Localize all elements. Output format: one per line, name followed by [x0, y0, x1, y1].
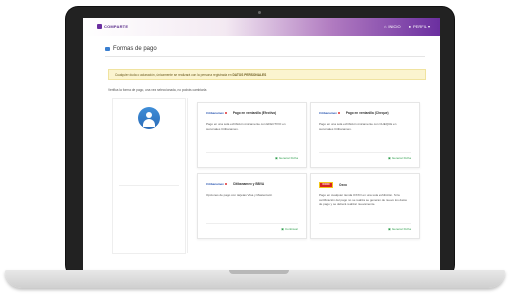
nav-item-label: INICIO [388, 24, 401, 29]
home-icon: ⌂ [383, 23, 387, 29]
card-title: Oxxo [339, 183, 347, 187]
nav-links: ⌂ INICIO ● PERFIL ▾ [384, 24, 430, 29]
info-alert: Cualquier duda o aclaración, únicamente … [108, 69, 426, 80]
citibanamex-logo: Citibanamex [206, 111, 227, 115]
generate-ticket-button[interactable]: ▣ Generar Ficha [388, 156, 411, 160]
generate-ticket-button[interactable]: ▣ Generar Ficha [388, 227, 411, 231]
card-title: Pago en ventanilla (Efectivo) [232, 111, 277, 115]
avatar-body [143, 119, 155, 127]
page-title: Formas de pago [113, 46, 157, 52]
laptop-base [5, 270, 505, 288]
ticket-icon: ▣ [274, 156, 278, 160]
laptop-notch [229, 270, 289, 274]
card-title: Pago en ventanilla (Cheque) [345, 111, 389, 115]
camera-dot [258, 11, 261, 14]
logo-text: COMPARTE [104, 24, 129, 29]
wallet-icon [105, 47, 110, 51]
arrow-icon: ▣ [281, 227, 284, 231]
ticket-icon: ▣ [387, 156, 391, 160]
alert-bold-text: DATOS PERSONALES [232, 73, 267, 77]
alert-text: Cualquier duda o aclaración, únicamente … [115, 73, 233, 77]
profile-divider [119, 185, 179, 186]
card-title: Citibanamex y BBVA [232, 182, 265, 186]
logo-mark-icon [97, 24, 102, 29]
nav-item-label: PERFIL ▾ [413, 24, 430, 29]
citibanamex-logo: Citibanamex [206, 182, 227, 186]
action-label: Generar Ficha [391, 156, 411, 160]
action-label: Generar Ficha [391, 227, 411, 231]
screen: COMPARTE ⌂ INICIO ● PERFIL ▾ Formas de p… [83, 18, 440, 270]
user-icon: ● [408, 23, 412, 29]
card-header: Citibanamex Citibanamex y BBVA [206, 182, 264, 186]
profile-card [112, 98, 186, 254]
card-description: Pago en una sola exhibición únicamente c… [206, 122, 286, 131]
card-header: Citibanamex Pago en ventanilla (Cheque) [319, 111, 389, 115]
action-label: Generar Ficha [278, 156, 298, 160]
card-divider [206, 223, 298, 224]
card-description: Pago en cualquier tienda OXXO en una sol… [319, 193, 407, 206]
card-header: OXXO Oxxo [319, 182, 347, 188]
generate-ticket-button[interactable]: ▣ Generar Ficha [275, 156, 298, 160]
top-navbar: COMPARTE ⌂ INICIO ● PERFIL ▾ [83, 18, 440, 36]
app-logo[interactable]: COMPARTE [97, 24, 128, 29]
payment-card-card: Citibanamex Citibanamex y BBVA Opciones … [197, 173, 307, 239]
action-label: Continuar [284, 227, 298, 231]
card-divider [206, 152, 298, 153]
payment-card-oxxo: OXXO Oxxo Pago en cualquier tienda OXXO … [310, 173, 420, 239]
avatar [138, 107, 160, 129]
nav-item-perfil[interactable]: ● PERFIL ▾ [409, 24, 430, 29]
oxxo-logo: OXXO [319, 182, 333, 188]
card-header: Citibanamex Pago en ventanilla (Efectivo… [206, 111, 276, 115]
card-description: Pago en una sola exhibición únicamente c… [319, 122, 397, 131]
nav-item-inicio[interactable]: ⌂ INICIO [384, 24, 401, 29]
selection-hint: Verifica la forma de pago, una vez selec… [108, 88, 207, 92]
card-divider [319, 152, 411, 153]
card-description: Opciones de pago con tarjetas Visa y Mas… [206, 193, 273, 197]
title-divider [105, 56, 425, 57]
page-title-row: Formas de pago [105, 46, 157, 52]
continue-button[interactable]: ▣ Continuar [281, 227, 298, 231]
column-separator [187, 98, 188, 253]
ticket-icon: ▣ [387, 227, 391, 231]
payment-card-cheque: Citibanamex Pago en ventanilla (Cheque) … [310, 102, 420, 168]
citibanamex-logo: Citibanamex [319, 111, 340, 115]
avatar-head [146, 112, 152, 118]
card-divider [319, 223, 411, 224]
payment-card-efectivo: Citibanamex Pago en ventanilla (Efectivo… [197, 102, 307, 168]
